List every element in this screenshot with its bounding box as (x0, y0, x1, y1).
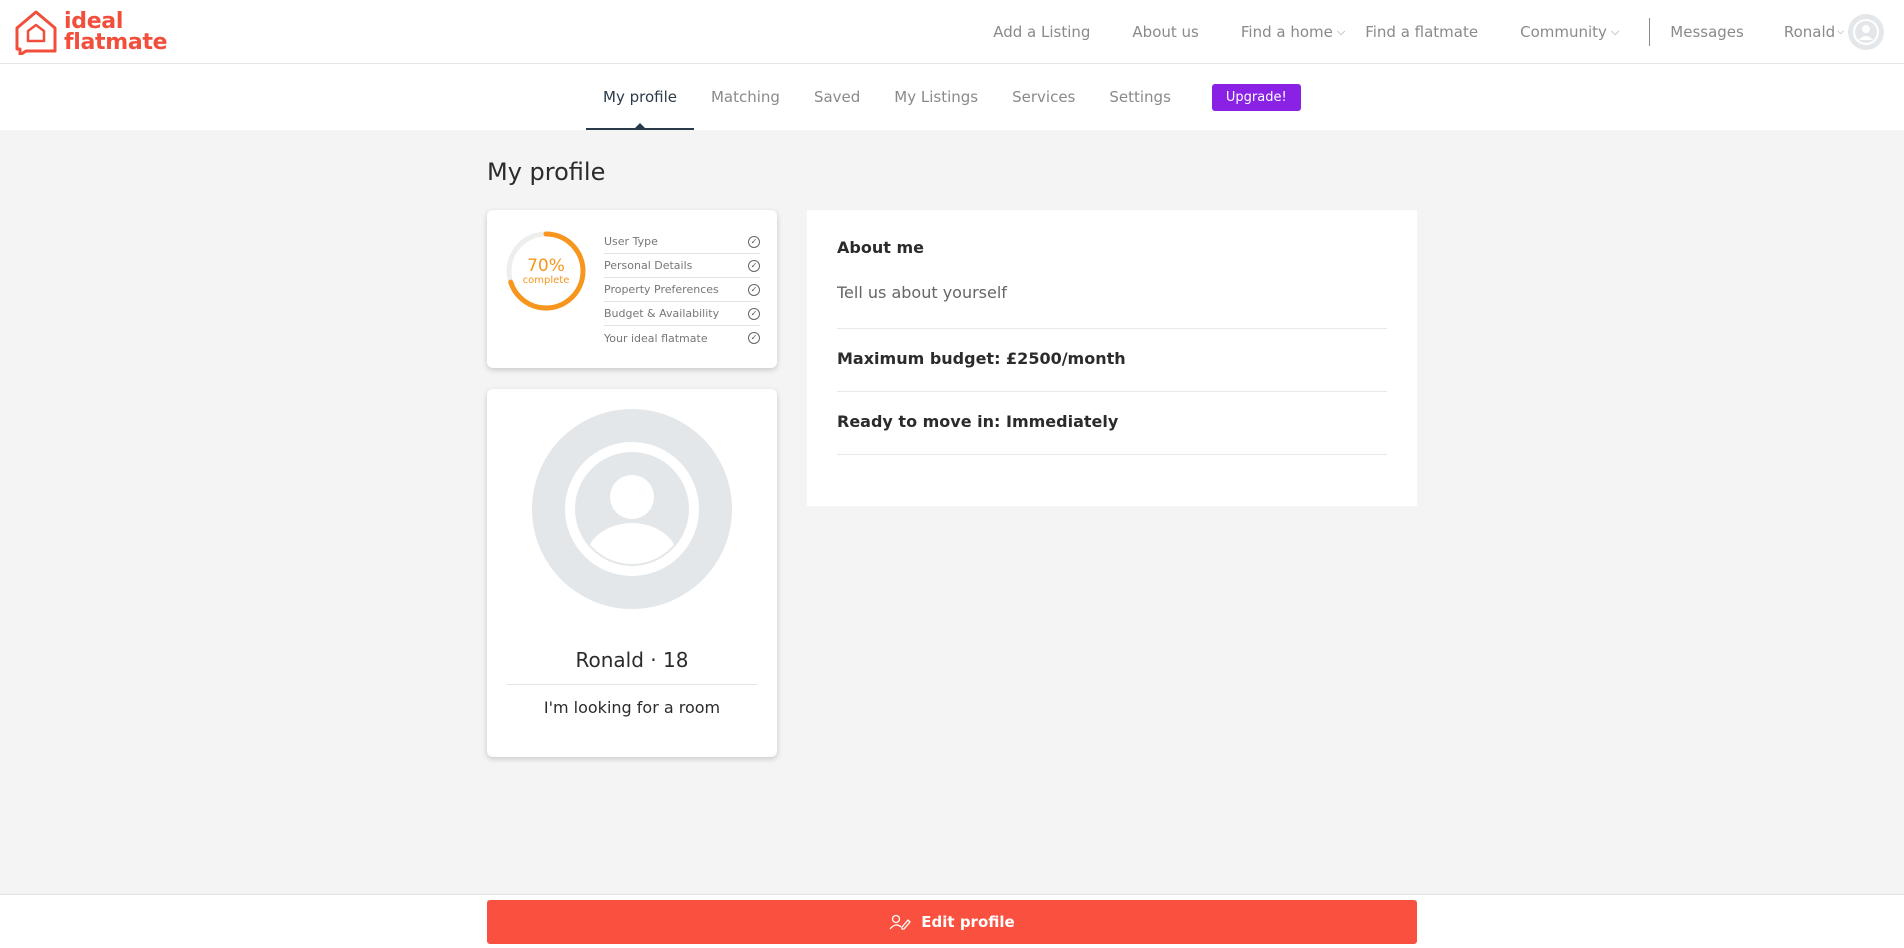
checklist-item-label: User Type (604, 235, 658, 248)
check-circle-icon: ✓ (748, 259, 760, 272)
checklist-item-property-preferences[interactable]: Property Preferences ✓ (604, 278, 760, 302)
divider (507, 684, 757, 685)
checklist-item-label: Property Preferences (604, 283, 719, 296)
top-navbar: ideal flatmate Add a Listing About us Fi… (0, 0, 1904, 64)
edit-user-icon (889, 914, 911, 930)
check-circle-icon: ✓ (748, 235, 760, 248)
profile-age: 18 (663, 648, 689, 672)
nav-about-us-label: About us (1132, 23, 1199, 41)
completion-percent-value: 70% (527, 255, 565, 276)
logo-line2: flatmate (64, 30, 168, 55)
checklist-item-user-type[interactable]: User Type ✓ (604, 230, 760, 254)
completion-label: complete (522, 274, 570, 286)
checklist-item-label: Your ideal flatmate (604, 331, 708, 345)
max-budget-text: Maximum budget: £2500/month (837, 349, 1126, 368)
logo-line1: ideal (64, 9, 124, 34)
profile-completion-card: 70% complete User Type ✓ Personal Details… (487, 210, 777, 368)
about-me-prompt[interactable]: Tell us about yourself (837, 283, 1007, 302)
nav-find-a-flatmate[interactable]: Find a flatmate (1365, 23, 1478, 41)
move-in-text: Ready to move in: Immediately (837, 412, 1119, 431)
user-name: Ronald (1783, 23, 1836, 41)
logo-text: ideal flatmate (64, 9, 168, 55)
completion-percent: 70% complete (505, 230, 587, 312)
logo[interactable]: ideal flatmate (14, 9, 168, 55)
user-avatar-icon (1853, 19, 1879, 45)
nav-divider (1649, 18, 1651, 46)
chevron-down-icon: ⌵ (1336, 25, 1346, 38)
nav-find-a-flatmate-label: Find a flatmate (1365, 23, 1479, 41)
profile-name-age: Ronald · 18 (487, 648, 777, 672)
checklist-item-label: Budget & Availability (604, 307, 720, 320)
divider (837, 328, 1387, 329)
divider (837, 454, 1387, 455)
user-menu[interactable]: Ronald ⌵ (1784, 14, 1884, 50)
edit-profile-label: Edit profile (921, 913, 1015, 931)
divider (837, 391, 1387, 392)
about-me-panel: About me Tell us about yourself Maximum … (807, 210, 1417, 506)
looking-for-text: I'm looking for a room (543, 698, 721, 717)
checklist-item-label: Personal Details (604, 259, 693, 272)
nav-messages-label: Messages (1670, 23, 1744, 41)
nav-add-listing-label: Add a Listing (993, 23, 1091, 41)
nav-messages[interactable]: Messages (1670, 23, 1744, 41)
profile-name: Ronald (575, 648, 644, 672)
user-avatar-icon (565, 442, 699, 576)
nav-find-a-home-label: Find a home (1240, 23, 1333, 41)
house-chat-logo-icon (15, 10, 57, 55)
nav-about-us[interactable]: About us (1132, 23, 1198, 41)
profile-tabs: My profile Matching Saved My Listings Se… (586, 64, 1301, 130)
chevron-down-icon: ⌵ (1837, 27, 1844, 37)
chevron-down-icon: ⌵ (1610, 25, 1620, 38)
page-title: My profile (487, 158, 606, 186)
check-circle-icon: ✓ (748, 332, 760, 344)
tab-matching[interactable]: Matching (694, 64, 797, 130)
nav-community-label: Community (1520, 23, 1607, 41)
tab-settings[interactable]: Settings (1092, 64, 1188, 130)
about-me-heading: About me (837, 238, 924, 257)
profile-avatar[interactable] (532, 409, 732, 609)
name-age-separator: · (650, 648, 657, 672)
tab-my-profile[interactable]: My profile (586, 64, 694, 130)
top-nav-menu: Add a Listing About us Find a home ⌵ Find… (951, 0, 1884, 64)
check-circle-icon: ✓ (748, 307, 760, 320)
tab-services[interactable]: Services (995, 64, 1092, 130)
footer-bar: Edit profile (0, 894, 1904, 948)
profile-subnav: My profile Matching Saved My Listings Se… (0, 64, 1904, 130)
tab-saved[interactable]: Saved (797, 64, 877, 130)
upgrade-button[interactable]: Upgrade! (1211, 83, 1301, 111)
checklist-item-ideal-flatmate[interactable]: Your ideal flatmate ✓ (604, 326, 760, 350)
nav-find-a-home[interactable]: Find a home ⌵ (1241, 23, 1345, 41)
nav-community[interactable]: Community ⌵ (1520, 23, 1619, 41)
profile-card: Ronald · 18 I'm looking for a room (487, 389, 777, 757)
checklist-item-personal-details[interactable]: Personal Details ✓ (604, 254, 760, 278)
nav-add-listing[interactable]: Add a Listing (993, 23, 1090, 41)
checklist-item-budget-availability[interactable]: Budget & Availability ✓ (604, 302, 760, 326)
check-circle-icon: ✓ (748, 283, 760, 296)
avatar[interactable] (1848, 14, 1884, 50)
completion-checklist: User Type ✓ Personal Details ✓ Property Pr… (604, 230, 760, 350)
edit-profile-button[interactable]: Edit profile (487, 900, 1417, 944)
tab-my-listings[interactable]: My Listings (877, 64, 995, 130)
